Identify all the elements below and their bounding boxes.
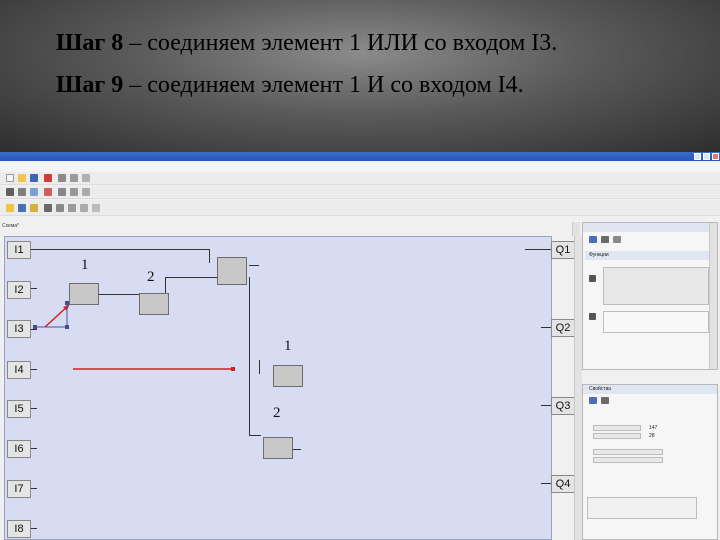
expand-icon[interactable] — [589, 313, 596, 320]
save-icon[interactable] — [30, 174, 38, 182]
wire-icon[interactable] — [68, 204, 76, 212]
functions-title: Функции — [585, 251, 715, 260]
expand-icon[interactable] — [589, 275, 596, 282]
align-icon[interactable] — [58, 188, 66, 196]
property-name — [593, 425, 641, 431]
warning-icon[interactable] — [6, 204, 14, 212]
sort-icon[interactable] — [613, 236, 621, 243]
function-item[interactable] — [603, 267, 709, 305]
delete-element-icon[interactable] — [44, 204, 52, 212]
pencil-icon[interactable] — [30, 204, 38, 212]
stop-icon[interactable] — [44, 174, 52, 182]
add-element-icon[interactable] — [56, 204, 64, 212]
close-icon[interactable] — [712, 153, 719, 160]
property-name — [593, 449, 663, 455]
description-box — [587, 497, 697, 519]
annotation-label: 2 — [273, 405, 281, 421]
minimize-icon[interactable] — [694, 153, 701, 160]
cut-icon[interactable] — [58, 174, 66, 182]
rotate-icon[interactable] — [70, 188, 78, 196]
step8-line: Шаг 8 – соединяем элемент 1 ИЛИ со входо… — [56, 30, 557, 57]
panel-close-icon[interactable] — [572, 222, 580, 236]
text-icon[interactable] — [80, 204, 88, 212]
copy-icon[interactable] — [70, 174, 78, 182]
selection-handle[interactable] — [231, 367, 235, 371]
highlight-wires — [35, 303, 233, 370]
properties-panel: Свойства 147 28 — [582, 384, 718, 540]
tool-icon[interactable] — [18, 188, 26, 196]
annotation-label: 1 — [81, 257, 89, 273]
toolbar-elements — [0, 200, 720, 216]
maximize-icon[interactable] — [703, 153, 710, 160]
property-value[interactable]: 28 — [649, 433, 655, 439]
title-bar — [0, 152, 720, 161]
step8-text: – соединяем элемент 1 ИЛИ со входом I3. — [123, 30, 558, 56]
open-folder-icon[interactable] — [18, 174, 26, 182]
sort-icon[interactable] — [601, 397, 609, 404]
function-item[interactable] — [603, 311, 709, 333]
new-file-icon[interactable] — [6, 174, 14, 182]
property-value[interactable]: 147 — [649, 425, 657, 431]
properties-title: Свойства — [583, 385, 717, 394]
annotation-label: 2 — [147, 269, 155, 285]
properties-icon[interactable] — [589, 397, 597, 404]
paste-icon[interactable] — [82, 174, 90, 182]
property-name — [593, 433, 641, 439]
output-terminal[interactable]: Q3 — [551, 397, 575, 415]
flip-icon[interactable] — [82, 188, 90, 196]
annotation-label: 1 — [284, 338, 292, 354]
toolbar-file — [0, 172, 720, 185]
functions-scrollbar[interactable] — [709, 223, 717, 369]
schematic-canvas[interactable]: I1 I2 I3 I4 I5 I6 I7 I8 Q1 Q2 Q3 Q4 1 2 … — [4, 236, 575, 540]
functions-panel: Функции — [582, 222, 718, 370]
slide-header: Шаг 8 – соединяем элемент 1 ИЛИ со входо… — [0, 0, 720, 152]
panel-title: Схема* — [2, 223, 19, 229]
output-terminal[interactable]: Q4 — [551, 475, 575, 493]
selection-handle[interactable] — [33, 325, 37, 329]
delete-icon[interactable] — [44, 188, 52, 196]
step9-text: – соединяем элемент 1 И со входом I4. — [123, 72, 524, 98]
filter-icon[interactable] — [601, 236, 609, 243]
step8-label: Шаг 8 — [56, 30, 124, 56]
menu-bar — [0, 161, 720, 172]
panel-header — [583, 223, 717, 232]
canvas-scrollbar[interactable] — [574, 236, 582, 540]
selection-handle[interactable] — [65, 301, 69, 305]
zoom-icon[interactable] — [92, 204, 100, 212]
app-window: Схема* I1 I2 I3 I4 I5 I6 I7 I8 Q1 Q2 Q3 … — [0, 152, 720, 540]
grid-icon[interactable] — [6, 188, 14, 196]
toolbar-edit — [0, 186, 720, 199]
step9-label: Шаг 9 — [56, 72, 124, 98]
output-terminal[interactable]: Q2 — [551, 319, 575, 337]
selection-handle[interactable] — [65, 325, 69, 329]
step9-line: Шаг 9 – соединяем элемент 1 И со входом … — [56, 72, 524, 99]
run-icon[interactable] — [18, 204, 26, 212]
select-icon[interactable] — [30, 188, 38, 196]
property-name — [593, 457, 663, 463]
output-terminal[interactable]: Q1 — [551, 241, 575, 259]
list-view-icon[interactable] — [589, 236, 597, 243]
